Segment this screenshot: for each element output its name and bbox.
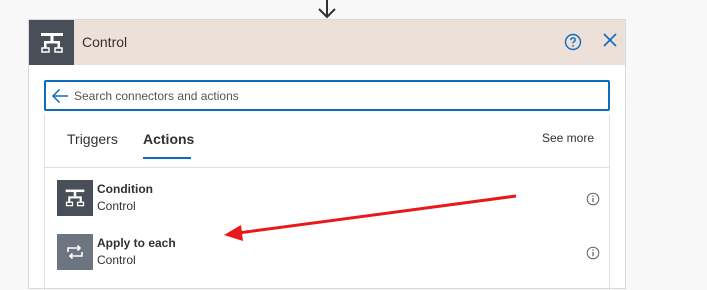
control-icon: [29, 20, 74, 65]
arrow-down-icon: [318, 0, 336, 19]
search-box: [44, 80, 610, 111]
tab-selected-indicator: [143, 157, 191, 159]
tab-triggers[interactable]: Triggers: [67, 131, 118, 147]
action-item-apply-to-each[interactable]: Apply to each Control: [45, 232, 609, 278]
action-title: Apply to each: [97, 236, 176, 250]
arrow-left-icon[interactable]: [51, 88, 69, 104]
info-icon[interactable]: [586, 246, 600, 260]
action-title: Condition: [97, 182, 153, 196]
close-icon[interactable]: [601, 31, 619, 49]
search-input[interactable]: [74, 85, 594, 107]
see-more-link[interactable]: See more: [542, 131, 594, 145]
action-connector: Control: [97, 253, 136, 267]
card-title: Control: [82, 34, 128, 50]
loop-icon: [57, 234, 93, 270]
action-connector: Control: [97, 199, 136, 213]
tab-actions[interactable]: Actions: [143, 131, 194, 147]
action-item-condition[interactable]: Condition Control: [45, 178, 609, 224]
action-card: Control Triggers Actions See more: [28, 19, 626, 290]
condition-icon: [57, 180, 93, 216]
divider: [45, 167, 609, 168]
info-icon[interactable]: [586, 192, 600, 206]
help-circle-icon[interactable]: [564, 33, 582, 51]
action-picker-panel: Triggers Actions See more Condition Cont…: [44, 115, 610, 290]
card-header: Control: [29, 20, 625, 65]
